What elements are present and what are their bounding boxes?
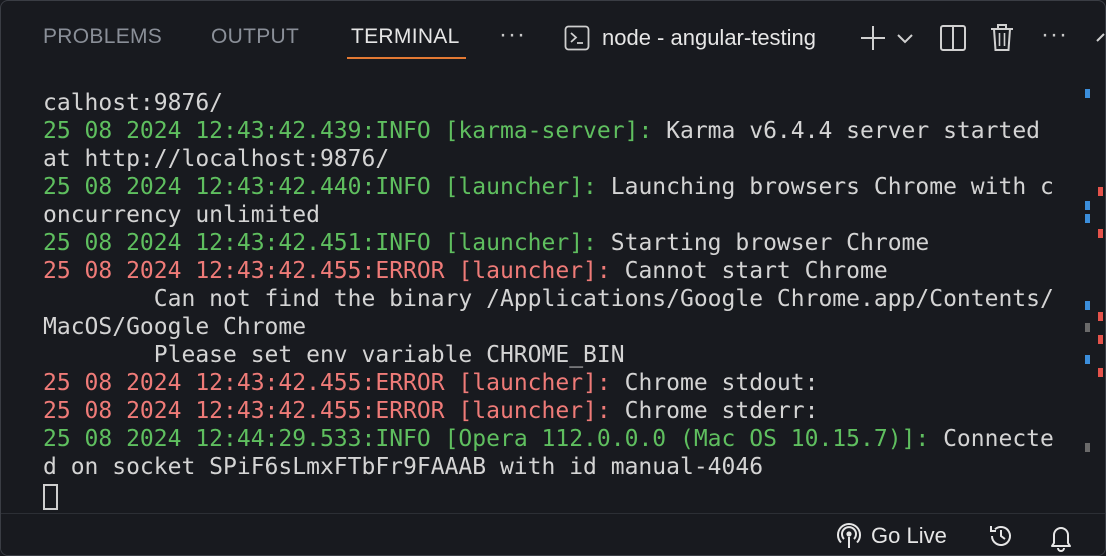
tab-output[interactable]: OUTPUT <box>211 25 299 49</box>
active-tab-indicator <box>347 57 466 59</box>
trash-icon[interactable] <box>989 21 1015 55</box>
ruler-marker <box>1085 89 1090 98</box>
terminal-selector[interactable]: node - angular-testing <box>564 23 816 53</box>
terminal-panel: PROBLEMS OUTPUT TERMINAL ··· node - angu… <box>0 0 1106 556</box>
ruler-marker <box>1085 323 1090 332</box>
more-tabs-icon[interactable]: ··· <box>499 21 526 49</box>
more-actions-icon[interactable]: ··· <box>1041 21 1068 49</box>
terminal-line: oncurrency unlimited <box>43 202 320 228</box>
bell-icon[interactable] <box>1047 522 1075 552</box>
chevron-down-icon[interactable] <box>895 21 915 55</box>
ruler-marker <box>1085 355 1090 364</box>
ruler-marker <box>1098 368 1103 377</box>
tab-terminal[interactable]: TERMINAL <box>351 25 460 49</box>
terminal-line: 25 08 2024 12:43:42.455:ERROR [launcher]… <box>43 398 819 424</box>
terminal-line: 25 08 2024 12:43:42.455:ERROR [launcher]… <box>43 370 819 396</box>
terminal-line: 25 08 2024 12:43:42.440:INFO [launcher]:… <box>43 174 1054 200</box>
terminal-line: Please set env variable CHROME_BIN <box>43 342 625 368</box>
terminal-icon <box>564 25 590 51</box>
terminal-line: at http://localhost:9876/ <box>43 146 390 172</box>
go-live-button[interactable]: Go Live <box>837 522 947 550</box>
terminal-line: calhost:9876/ <box>43 90 224 116</box>
chevron-up-icon[interactable] <box>1093 21 1106 55</box>
ruler-marker <box>1085 201 1090 210</box>
broadcast-icon <box>837 523 861 548</box>
ruler-marker <box>1098 312 1103 321</box>
terminal-output[interactable]: calhost:9876/ 25 08 2024 12:43:42.439:IN… <box>1 89 1075 510</box>
history-icon[interactable] <box>987 522 1015 550</box>
terminal-line: 25 08 2024 12:44:29.533:INFO [Opera 112.… <box>43 426 1054 452</box>
tab-problems[interactable]: PROBLEMS <box>43 25 162 49</box>
terminal-line: Can not find the binary /Applications/Go… <box>43 286 1054 312</box>
terminal-line: 25 08 2024 12:43:42.439:INFO [karma-serv… <box>43 118 1041 144</box>
split-icon[interactable] <box>939 21 967 55</box>
ruler-marker <box>1098 335 1103 344</box>
terminal-name: node - angular-testing <box>602 25 817 50</box>
ruler-marker <box>1098 229 1103 238</box>
terminal-line: 25 08 2024 12:43:42.455:ERROR [launcher]… <box>43 258 888 284</box>
terminal-cursor <box>43 484 58 510</box>
terminal-line: 25 08 2024 12:43:42.451:INFO [launcher]:… <box>43 230 930 256</box>
status-bar: Go Live <box>1 513 1105 555</box>
terminal-line: MacOS/Google Chrome <box>43 314 307 340</box>
ruler-marker <box>1085 301 1090 310</box>
terminal-line: d on socket SPiF6sLmxFTbFr9FAAAB with id… <box>43 454 764 480</box>
ruler-marker <box>1085 214 1090 223</box>
panel-tab-bar: PROBLEMS OUTPUT TERMINAL ··· node - angu… <box>1 1 1105 75</box>
plus-icon[interactable] <box>859 21 887 55</box>
go-live-label: Go Live <box>871 523 947 548</box>
ruler-marker <box>1098 187 1103 196</box>
ruler-marker <box>1085 443 1090 452</box>
